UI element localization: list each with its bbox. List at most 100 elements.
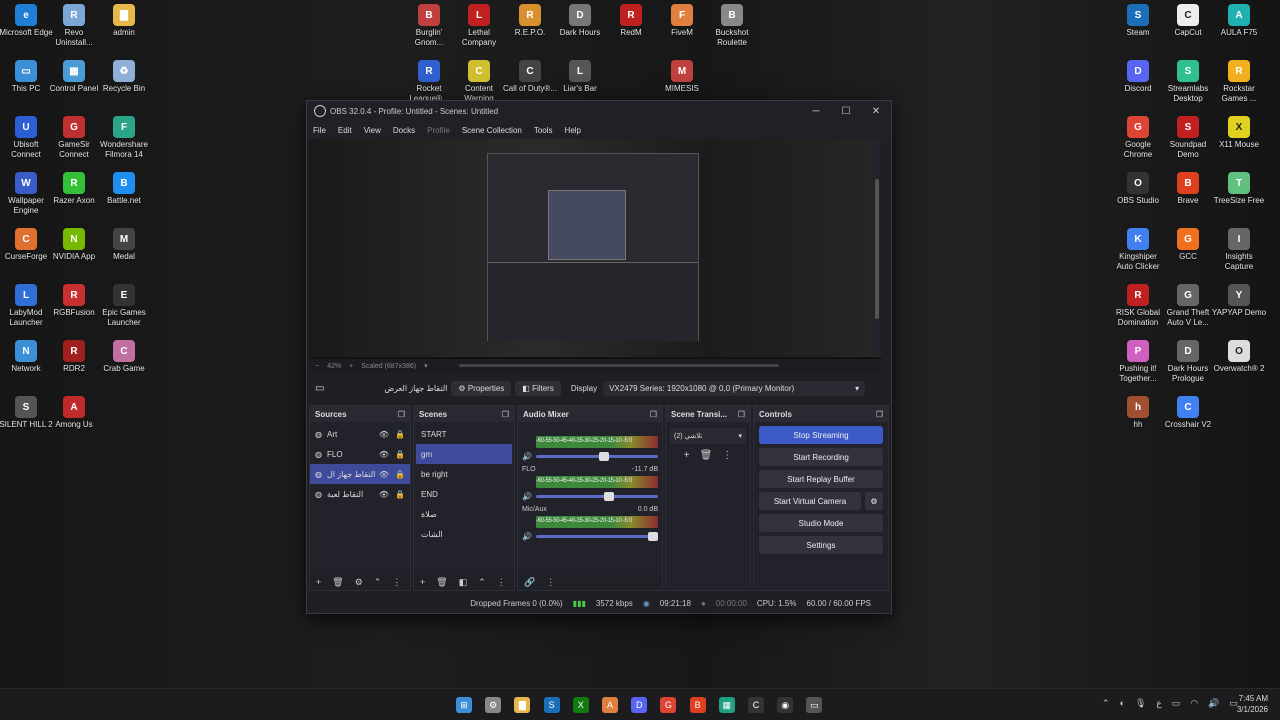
transition-select[interactable]: تلاشي (2) ▾ xyxy=(670,428,746,444)
chevron-up-icon[interactable]: ⌃ xyxy=(1102,698,1110,709)
desktop-left-shortcut[interactable]: R RGBFusion xyxy=(46,284,102,318)
desktop-middle-shortcut[interactable]: L Lethal Company xyxy=(451,4,507,48)
volume-slider[interactable] xyxy=(536,531,658,541)
xbox-icon[interactable]: X xyxy=(572,697,589,713)
lock-icon[interactable]: 🔒 xyxy=(395,490,405,499)
more-icon[interactable]: ⋮ xyxy=(546,577,555,588)
desktop-right-shortcut[interactable]: K Kingshiper Auto Clicker xyxy=(1110,228,1166,272)
brave-icon[interactable]: B xyxy=(689,697,706,713)
app-icon[interactable]: ▭ xyxy=(806,697,823,713)
volume-knob[interactable] xyxy=(648,531,658,541)
stop-streaming-button[interactable]: Stop Streaming xyxy=(759,426,883,444)
menu-edit[interactable]: Edit xyxy=(332,126,358,135)
desktop-right-shortcut[interactable]: S Streamlabs Desktop xyxy=(1160,60,1216,104)
menu-file[interactable]: File xyxy=(307,126,332,135)
desktop-left-shortcut[interactable]: ▦ Control Panel xyxy=(46,60,102,94)
scene-item[interactable]: be right xyxy=(416,464,512,484)
desktop-right-shortcut[interactable]: S Steam xyxy=(1110,4,1166,38)
obs-icon[interactable]: ◉ xyxy=(777,697,794,713)
maximize-icon[interactable]: ☐ xyxy=(831,106,861,117)
remove-source-icon[interactable]: 🗑 xyxy=(332,577,343,588)
desktop-left-shortcut[interactable]: M Medal xyxy=(96,228,152,262)
desktop-middle-shortcut[interactable]: L Liar's Bar xyxy=(552,60,608,94)
add-scene-icon[interactable]: + xyxy=(420,577,425,587)
desktop-right-shortcut[interactable]: O Overwatch® 2 xyxy=(1211,340,1267,374)
app-icon[interactable]: A xyxy=(602,697,618,713)
desktop-left-shortcut[interactable]: E Epic Games Launcher xyxy=(96,284,152,328)
scene-item[interactable]: الشات xyxy=(416,524,512,544)
scene-item[interactable]: START xyxy=(416,424,512,444)
monitor-icon[interactable]: ▭ xyxy=(1172,698,1181,709)
start-replay-buffer-button[interactable]: Start Replay Buffer xyxy=(759,470,883,488)
desktop-right-shortcut[interactable]: Y YAPYAP Demo xyxy=(1211,284,1267,318)
visibility-icon[interactable]: 👁 xyxy=(379,430,389,439)
more-icon[interactable]: ⋮ xyxy=(722,450,732,461)
source-item[interactable]: ◍ التقاط لعبة 👁 🔒 xyxy=(310,484,410,504)
menu-docks[interactable]: Docks xyxy=(387,126,421,135)
properties-button[interactable]: ⚙ Properties xyxy=(451,380,512,396)
source-properties-icon[interactable]: ⚙ xyxy=(355,577,363,588)
desktop-right-shortcut[interactable]: O OBS Studio xyxy=(1110,172,1166,206)
desktop-right-shortcut[interactable]: A AULA F75 xyxy=(1211,4,1267,38)
volume-knob[interactable] xyxy=(599,451,610,461)
desktop-left-shortcut[interactable]: ♻ Recycle Bin xyxy=(96,60,152,94)
desktop-middle-shortcut[interactable]: M MIMESIS xyxy=(654,60,710,94)
desktop-right-shortcut[interactable]: D Dark Hours Prologue xyxy=(1160,340,1216,384)
desktop-left-shortcut[interactable]: B Battle.net xyxy=(96,172,152,206)
language-indicator[interactable]: ع xyxy=(1156,698,1161,709)
remove-scene-icon[interactable]: 🗑 xyxy=(436,577,447,588)
desktop-middle-shortcut[interactable]: R R.E.P.O. xyxy=(502,4,558,38)
desktop-middle-shortcut[interactable]: F FiveM xyxy=(654,4,710,38)
scene-item[interactable]: gm xyxy=(416,444,512,464)
lock-icon[interactable]: 🔒 xyxy=(395,470,405,479)
file-explorer-icon[interactable]: ▇ xyxy=(514,697,531,713)
desktop-right-shortcut[interactable]: T TreeSize Free xyxy=(1211,172,1267,206)
desktop-right-shortcut[interactable]: I Insights Capture xyxy=(1211,228,1267,272)
volume-slider[interactable] xyxy=(536,491,658,501)
source-item[interactable]: ◍ FLO 👁 🔒 xyxy=(310,444,410,464)
desktop-middle-shortcut[interactable]: R Rocket League®... xyxy=(401,60,457,104)
dock-float-icon[interactable]: ❐ xyxy=(738,410,745,419)
scale-dropdown-icon[interactable]: ▾ xyxy=(424,362,428,370)
desktop-middle-shortcut[interactable]: B Burglin' Gnom... xyxy=(401,4,457,48)
minimize-icon[interactable]: ─ xyxy=(801,106,831,117)
desktop-right-shortcut[interactable]: X X11 Mouse xyxy=(1211,116,1267,150)
scrollbar-thumb[interactable] xyxy=(875,179,879,319)
desktop-middle-shortcut[interactable]: C Call of Duty®... xyxy=(502,60,558,94)
visibility-icon[interactable]: 👁 xyxy=(379,490,389,499)
start-recording-button[interactable]: Start Recording xyxy=(759,448,883,466)
clock[interactable]: 7:45 AM 3/1/2026 xyxy=(1237,693,1268,715)
desktop-right-shortcut[interactable]: C Crosshair V2 xyxy=(1160,396,1216,430)
chrome-icon[interactable]: G xyxy=(660,697,677,713)
preview-canvas[interactable] xyxy=(309,139,881,359)
obs-titlebar[interactable]: OBS 32.0.4 - Profile: Untitled - Scenes:… xyxy=(307,101,891,121)
desktop-middle-shortcut[interactable]: D Dark Hours xyxy=(552,4,608,38)
desktop-right-shortcut[interactable]: R Rockstar Games ... xyxy=(1211,60,1267,104)
volume-slider[interactable] xyxy=(536,451,658,461)
capcut-icon[interactable]: C xyxy=(748,697,764,713)
visibility-icon[interactable]: 👁 xyxy=(379,450,389,459)
desktop-left-shortcut[interactable]: A Among Us xyxy=(46,396,102,430)
zoom-in-icon[interactable]: + xyxy=(349,363,353,370)
desktop-right-shortcut[interactable]: G Grand Theft Auto V Le... xyxy=(1160,284,1216,328)
visibility-icon[interactable]: 👁 xyxy=(379,470,389,479)
desktop-left-shortcut[interactable]: F Wondershare Filmora 14 xyxy=(96,116,152,160)
dock-float-icon[interactable]: ❐ xyxy=(876,410,883,419)
desktop-left-shortcut[interactable]: R RDR2 xyxy=(46,340,102,374)
more-icon[interactable]: ⋮ xyxy=(497,577,506,588)
desktop-right-shortcut[interactable]: h hh xyxy=(1110,396,1166,430)
desktop-right-shortcut[interactable]: P Pushing it! Together... xyxy=(1110,340,1166,384)
lock-icon[interactable]: 🔒 xyxy=(395,430,405,439)
dock-float-icon[interactable]: ❐ xyxy=(650,410,657,419)
more-icon[interactable]: ⋮ xyxy=(392,577,401,588)
scene-item[interactable]: صلاة xyxy=(416,504,512,524)
studio-mode-button[interactable]: Studio Mode xyxy=(759,514,883,532)
start-virtual-camera-button[interactable]: Start Virtual Camera xyxy=(759,492,861,510)
settings-icon[interactable]: ⚙ xyxy=(485,697,502,713)
remove-transition-icon[interactable]: 🗑 xyxy=(700,450,713,461)
menu-scene-collection[interactable]: Scene Collection xyxy=(456,126,528,135)
add-source-icon[interactable]: + xyxy=(316,577,321,587)
volume-icon[interactable]: 🔊 xyxy=(1208,698,1219,709)
desktop-right-shortcut[interactable]: C CapCut xyxy=(1160,4,1216,38)
mic-icon[interactable]: 🎙 xyxy=(1135,698,1146,709)
